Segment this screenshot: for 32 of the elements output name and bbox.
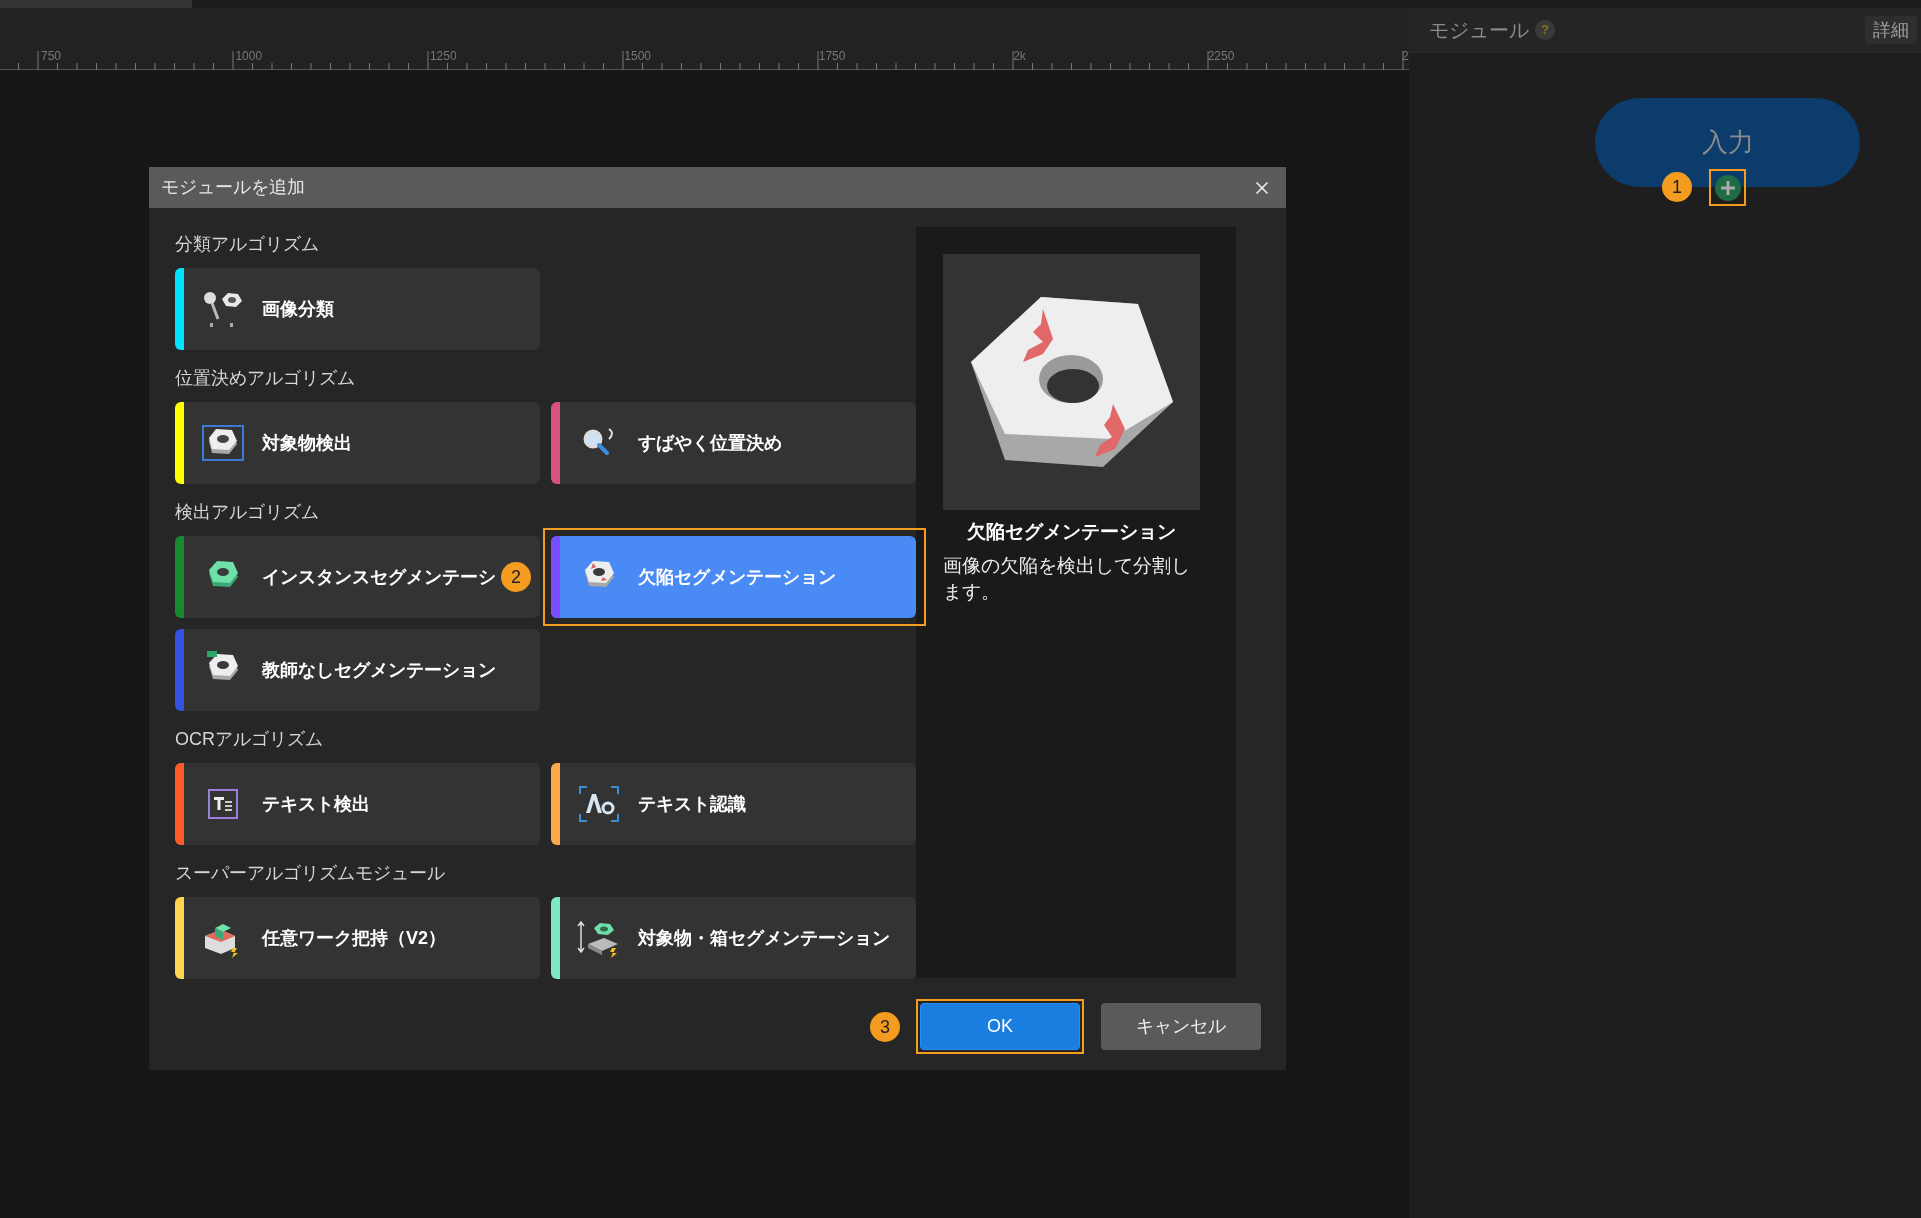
category-heading: 分類アルゴリズム xyxy=(175,232,319,256)
details-button[interactable]: 詳細 xyxy=(1865,16,1917,44)
step-badge: 1 xyxy=(1662,172,1692,202)
module-card[interactable]: 画像分類 xyxy=(175,268,540,350)
module-card[interactable]: 任意ワーク把持（V2） xyxy=(175,897,540,979)
preview-title: 欠陥セグメンテーション xyxy=(966,520,1177,544)
module-card[interactable]: 教師なしセグメンテーション xyxy=(175,629,540,711)
step-badge: 3 xyxy=(870,1012,900,1042)
module-card[interactable]: 対象物・箱セグメンテーション xyxy=(551,897,916,979)
ruler-label: 1000 xyxy=(235,50,264,62)
dialog-title: モジュールを追加 xyxy=(161,176,305,199)
ruler-label: 1250 xyxy=(429,50,458,62)
text-scan-icon xyxy=(577,784,621,824)
ruler-label: 1500 xyxy=(624,50,652,62)
module-card[interactable]: テキスト認識 xyxy=(551,763,916,845)
module-card[interactable]: テキスト検出 xyxy=(175,763,540,845)
category-heading: 検出アルゴリズム xyxy=(175,500,319,524)
ruler-label: 2 xyxy=(1402,50,1410,62)
module-card[interactable]: 対象物検出 xyxy=(175,402,540,484)
category-heading: スーパーアルゴリズムモジュール xyxy=(175,861,445,885)
ruler-label: 2250 xyxy=(1207,50,1236,62)
cancel-button[interactable]: キャンセル xyxy=(1101,1003,1261,1050)
panel-title: モジュール xyxy=(1429,18,1529,43)
module-card[interactable]: すばやく位置決め xyxy=(551,402,916,484)
framed-nut-icon xyxy=(201,423,245,463)
category-heading: OCRアルゴリズム xyxy=(175,727,323,751)
preview-description: 画像の欠陥を検出して分割します。 xyxy=(943,553,1191,604)
category-heading: 位置決めアルゴリズム xyxy=(175,366,355,390)
ruler-label: 750 xyxy=(41,50,63,62)
ok-button[interactable]: OK xyxy=(920,1003,1080,1050)
ruler-label: 2k xyxy=(1013,50,1027,62)
ruler-label: 1750 xyxy=(818,50,847,62)
